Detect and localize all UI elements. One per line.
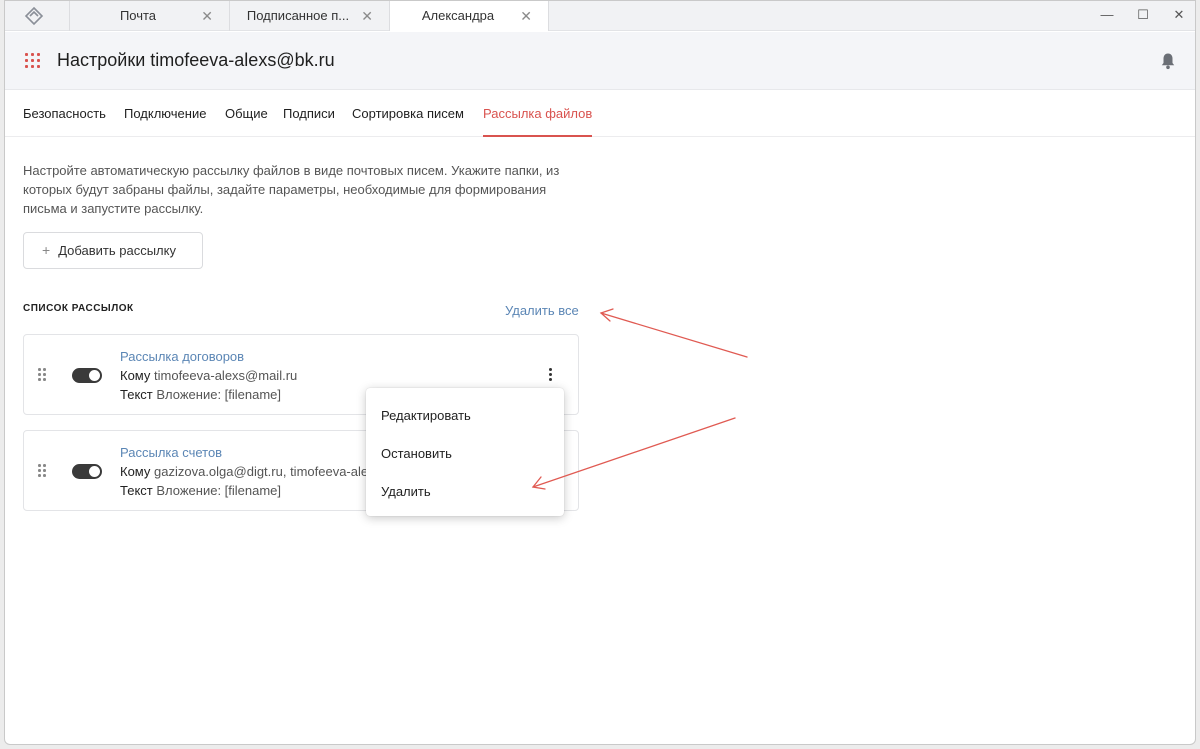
more-options-icon[interactable] — [544, 367, 556, 383]
settings-tabs: Безопасность Подключение Общие Подписи С… — [5, 91, 1195, 137]
mailing-list-heading: СПИСОК РАССЫЛОК — [23, 303, 134, 314]
recipients-label: Кому — [120, 464, 151, 479]
text-label: Текст — [120, 483, 153, 498]
toggle-knob — [89, 466, 100, 477]
tab-signed[interactable]: Подписанное п... ✕ — [229, 1, 389, 31]
mailing-recipients: Кому gazizova.olga@digt.ru, timofeeva-al… — [120, 464, 372, 479]
tab-file-mailing[interactable]: Рассылка файлов — [483, 106, 593, 137]
tab-security[interactable]: Безопасность — [23, 106, 106, 137]
text-label: Текст — [120, 387, 153, 402]
arrow-to-delete-all — [599, 308, 748, 358]
add-mailing-button[interactable]: + Добавить рассылку — [23, 232, 203, 269]
delete-all-link[interactable]: Удалить все — [505, 303, 579, 318]
recipients-value: timofeeva-alexs@mail.ru — [154, 368, 298, 383]
mailing-enabled-toggle[interactable] — [72, 464, 102, 479]
apps-grid-icon[interactable] — [25, 53, 41, 69]
tab-general[interactable]: Общие — [225, 106, 268, 137]
mailing-text: Текст Вложение: [filename] — [120, 387, 281, 402]
context-menu: Редактировать Остановить Удалить — [366, 388, 564, 516]
page-title: Настройки timofeeva-alexs@bk.ru — [57, 50, 335, 70]
bell-icon[interactable] — [1160, 52, 1176, 70]
app-window: Почта ✕ Подписанное п... ✕ Александра ✕ … — [4, 0, 1196, 745]
app-logo-icon — [24, 6, 44, 26]
page-header: Настройки timofeeva-alexs@bk.ru — [5, 32, 1195, 90]
text-value: Вложение: [filename] — [156, 387, 282, 402]
tab-pochta[interactable]: Почта ✕ — [69, 1, 229, 31]
drag-handle-icon[interactable] — [38, 464, 46, 478]
menu-item-delete[interactable]: Удалить — [381, 484, 431, 499]
mailing-text: Текст Вложение: [filename] — [120, 483, 281, 498]
tab-connection[interactable]: Подключение — [124, 106, 206, 137]
tab-close-icon[interactable]: ✕ — [520, 1, 532, 31]
tab-label: Александра — [421, 8, 495, 23]
recipients-value: gazizova.olga@digt.ru, timofeeva-alexs@m… — [154, 464, 372, 479]
text-value: Вложение: [filename] — [156, 483, 282, 498]
mailing-title-link[interactable]: Рассылка счетов — [120, 445, 222, 460]
tab-signatures[interactable]: Подписи — [283, 106, 335, 137]
section-description: Настройте автоматическую рассылку файлов… — [23, 163, 560, 216]
toggle-knob — [89, 370, 100, 381]
tab-close-icon[interactable]: ✕ — [361, 1, 373, 31]
plus-icon: + — [42, 242, 51, 258]
add-mailing-label: Добавить рассылку — [58, 243, 176, 258]
tab-mail-sorting[interactable]: Сортировка писем — [352, 106, 464, 137]
drag-handle-icon[interactable] — [38, 368, 46, 382]
tab-label: Подписанное п... — [246, 8, 350, 23]
minimize-button[interactable]: — — [1087, 1, 1127, 31]
tab-close-icon[interactable]: ✕ — [201, 1, 213, 31]
recipients-label: Кому — [120, 368, 151, 383]
mailing-enabled-toggle[interactable] — [72, 368, 102, 383]
menu-item-edit[interactable]: Редактировать — [381, 408, 471, 423]
mailing-title-link[interactable]: Рассылка договоров — [120, 349, 244, 364]
tab-label: Почта — [119, 8, 157, 23]
mailing-recipients: Кому timofeeva-alexs@mail.ru — [120, 368, 297, 383]
menu-item-stop[interactable]: Остановить — [381, 446, 452, 461]
tab-aleksandra[interactable]: Александра ✕ — [389, 1, 549, 31]
title-bar: Почта ✕ Подписанное п... ✕ Александра ✕ … — [5, 1, 1195, 31]
close-window-button[interactable]: ✕ — [1159, 1, 1195, 31]
maximize-button[interactable]: ☐ — [1123, 1, 1163, 31]
